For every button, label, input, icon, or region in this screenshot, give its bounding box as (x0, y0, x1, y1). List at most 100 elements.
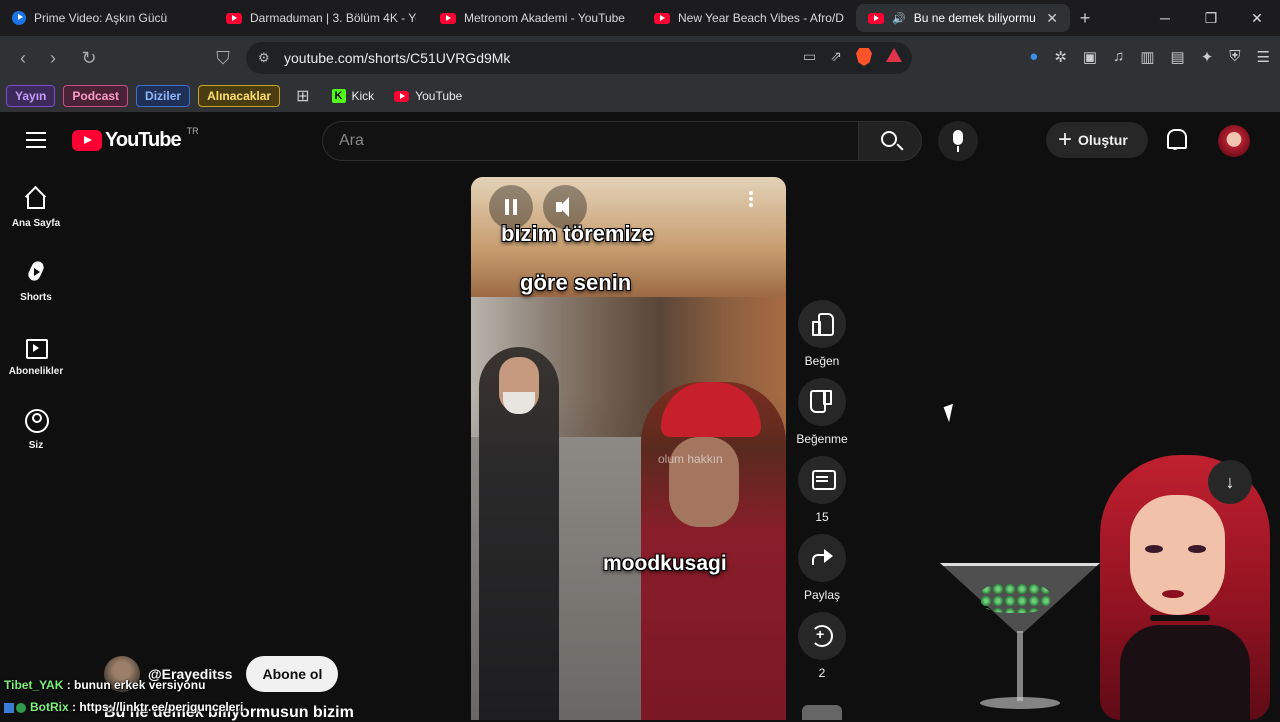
speaker-icon[interactable]: 🔊 (892, 12, 906, 25)
shazam-icon[interactable]: ● (1029, 48, 1038, 66)
vpn-icon[interactable]: ⛨ (1229, 48, 1240, 66)
search-input[interactable]: Ara (322, 121, 860, 161)
youtube-favicon-icon (654, 12, 670, 24)
dislike-label: Beğenme (796, 432, 848, 446)
create-button[interactable]: + Oluştur (1046, 122, 1148, 158)
you-icon (24, 408, 49, 433)
dislike-icon[interactable] (798, 378, 846, 426)
bookmark-label: YouTube (415, 89, 463, 103)
menu-icon[interactable]: ☰ (1257, 48, 1270, 66)
youtube-mini-sidebar: Ana Sayfa Shorts Abonelikler Siz (0, 170, 72, 466)
sidebar-item-subscriptions[interactable]: Abonelikler (0, 318, 72, 392)
url-text: youtube.com/shorts/C51UVRGd9Mk (284, 50, 511, 66)
comment-icon[interactable] (798, 456, 846, 504)
remix-action[interactable]: 2 (795, 612, 849, 680)
sidebar-item-you[interactable]: Siz (0, 392, 72, 466)
bookmark-label: Kick (351, 89, 375, 103)
brave-rewards-icon[interactable] (886, 48, 902, 62)
pause-icon[interactable] (489, 185, 533, 229)
sidebar-item-label: Siz (28, 439, 44, 451)
close-tab-icon[interactable]: ✕ (1046, 10, 1058, 27)
tab-title: Metronom Akademi - YouTube (464, 11, 625, 25)
comments-action[interactable]: 15 (795, 456, 849, 524)
region-code: TR (186, 125, 199, 136)
mouse-cursor-icon (943, 403, 959, 423)
hamburger-menu-icon[interactable] (26, 132, 46, 153)
sidebar-item-shorts[interactable]: Shorts (0, 244, 72, 318)
dislike-action[interactable]: Beğenme (795, 378, 849, 446)
browser-tab[interactable]: New Year Beach Vibes - Afro/D (642, 4, 856, 32)
apps-grid-icon[interactable]: ⊞ (288, 86, 317, 106)
screenshot-icon[interactable]: ▣ (1083, 48, 1097, 66)
browser-tab-active[interactable]: 🔊 Bu ne demek biliyormu ✕ (856, 4, 1070, 32)
browser-tab[interactable]: Darmaduman | 3. Bölüm 4K - Yo (214, 4, 428, 32)
remix-icon[interactable] (798, 612, 846, 660)
video-watermark: olum hakkın (658, 452, 723, 466)
sidebar-item-label: Shorts (20, 291, 52, 303)
sidebar-item-home[interactable]: Ana Sayfa (0, 170, 72, 244)
bookmark-youtube[interactable]: YouTube (388, 89, 468, 103)
youtube-logo[interactable]: YouTube TR (72, 125, 199, 152)
youtube-favicon-icon (440, 12, 456, 24)
audio-thumbnail[interactable] (802, 705, 842, 720)
like-action[interactable]: Beğen (795, 300, 849, 368)
music-icon[interactable]: ♫ (1113, 48, 1124, 66)
tab-title: Prime Video: Aşkın Gücü (34, 11, 168, 25)
bot-badge-icon (4, 702, 14, 713)
like-icon[interactable] (798, 300, 846, 348)
share-label: Paylaş (803, 588, 841, 602)
extensions-icon[interactable]: ✲ (1054, 48, 1067, 66)
kick-icon: K (331, 89, 346, 103)
bookmark-kick[interactable]: K Kick (326, 89, 381, 103)
browser-tab-bar: Prime Video: Aşkın Gücü Darmaduman | 3. … (0, 0, 1280, 36)
home-icon (24, 186, 48, 210)
brave-shields-icon[interactable] (856, 48, 872, 66)
bookmark-folder[interactable]: Podcast (63, 85, 129, 107)
verified-badge-icon (16, 702, 26, 713)
share-page-icon[interactable]: ⇗ (830, 48, 842, 66)
account-avatar[interactable] (1218, 125, 1250, 157)
subscribe-button[interactable]: Abone ol (246, 656, 339, 692)
video-caption: göre senin (520, 270, 632, 295)
wallet-icon[interactable]: ▤ (1171, 48, 1185, 66)
bookmark-icon[interactable]: ⛉ (208, 48, 238, 69)
leo-ai-icon[interactable]: ✦ (1201, 48, 1214, 66)
share-action[interactable]: Paylaş (795, 534, 849, 602)
share-icon[interactable] (798, 534, 846, 582)
address-toolbar: ‹ › ↻ ⛉ ⚙ youtube.com/shorts/C51UVRGd9Mk… (0, 36, 1280, 80)
forward-icon[interactable]: › (38, 48, 68, 69)
short-video-player[interactable]: olum hakkın bizim töremize göre senin mo… (471, 177, 786, 720)
close-window-icon[interactable]: ✕ (1234, 0, 1280, 36)
url-bar[interactable]: ⚙ youtube.com/shorts/C51UVRGd9Mk ▭ ⇗ (246, 42, 912, 74)
browser-tab[interactable]: Metronom Akademi - YouTube (428, 4, 642, 32)
reload-icon[interactable]: ↻ (74, 48, 104, 69)
minimize-icon[interactable]: ─ (1142, 0, 1188, 36)
like-label: Beğen (804, 354, 840, 368)
back-icon[interactable]: ‹ (8, 48, 38, 69)
volume-icon[interactable] (543, 185, 587, 229)
comment-count: 15 (815, 510, 829, 524)
video-frame-woman (641, 382, 786, 720)
restore-icon[interactable]: ❐ (1188, 0, 1234, 36)
more-options-icon[interactable] (749, 191, 753, 195)
bookmark-folder[interactable]: Diziler (136, 85, 191, 107)
voice-search-button[interactable] (938, 121, 978, 161)
browser-tab[interactable]: Prime Video: Aşkın Gücü (0, 4, 214, 32)
next-short-button[interactable]: ↓ (1208, 460, 1252, 504)
bookmarks-bar: Yayın Podcast Diziler Alınacaklar ⊞ K Ki… (0, 80, 1280, 112)
cast-icon[interactable]: ▭ (803, 48, 816, 66)
youtube-favicon-icon (226, 12, 242, 24)
new-tab-button[interactable]: + (1070, 8, 1100, 29)
bookmark-folder[interactable]: Yayın (6, 85, 56, 107)
tab-title: New Year Beach Vibes - Afro/D (678, 11, 844, 25)
bookmark-folder[interactable]: Alınacaklar (198, 85, 281, 107)
chat-message: Tibet_YAK : bunun erkek versiyonu (4, 676, 243, 698)
notifications-bell-icon[interactable] (1165, 129, 1187, 151)
olives-image (980, 583, 1050, 613)
site-settings-icon[interactable]: ⚙ (258, 50, 270, 66)
search-button[interactable] (858, 121, 922, 161)
chat-message: BotRix : https://linktr.ee/perigunceleri (4, 698, 243, 720)
sidebar-icon[interactable]: ▥ (1140, 48, 1154, 66)
cartoon-girl-image (1100, 455, 1280, 720)
search-icon (881, 131, 897, 147)
